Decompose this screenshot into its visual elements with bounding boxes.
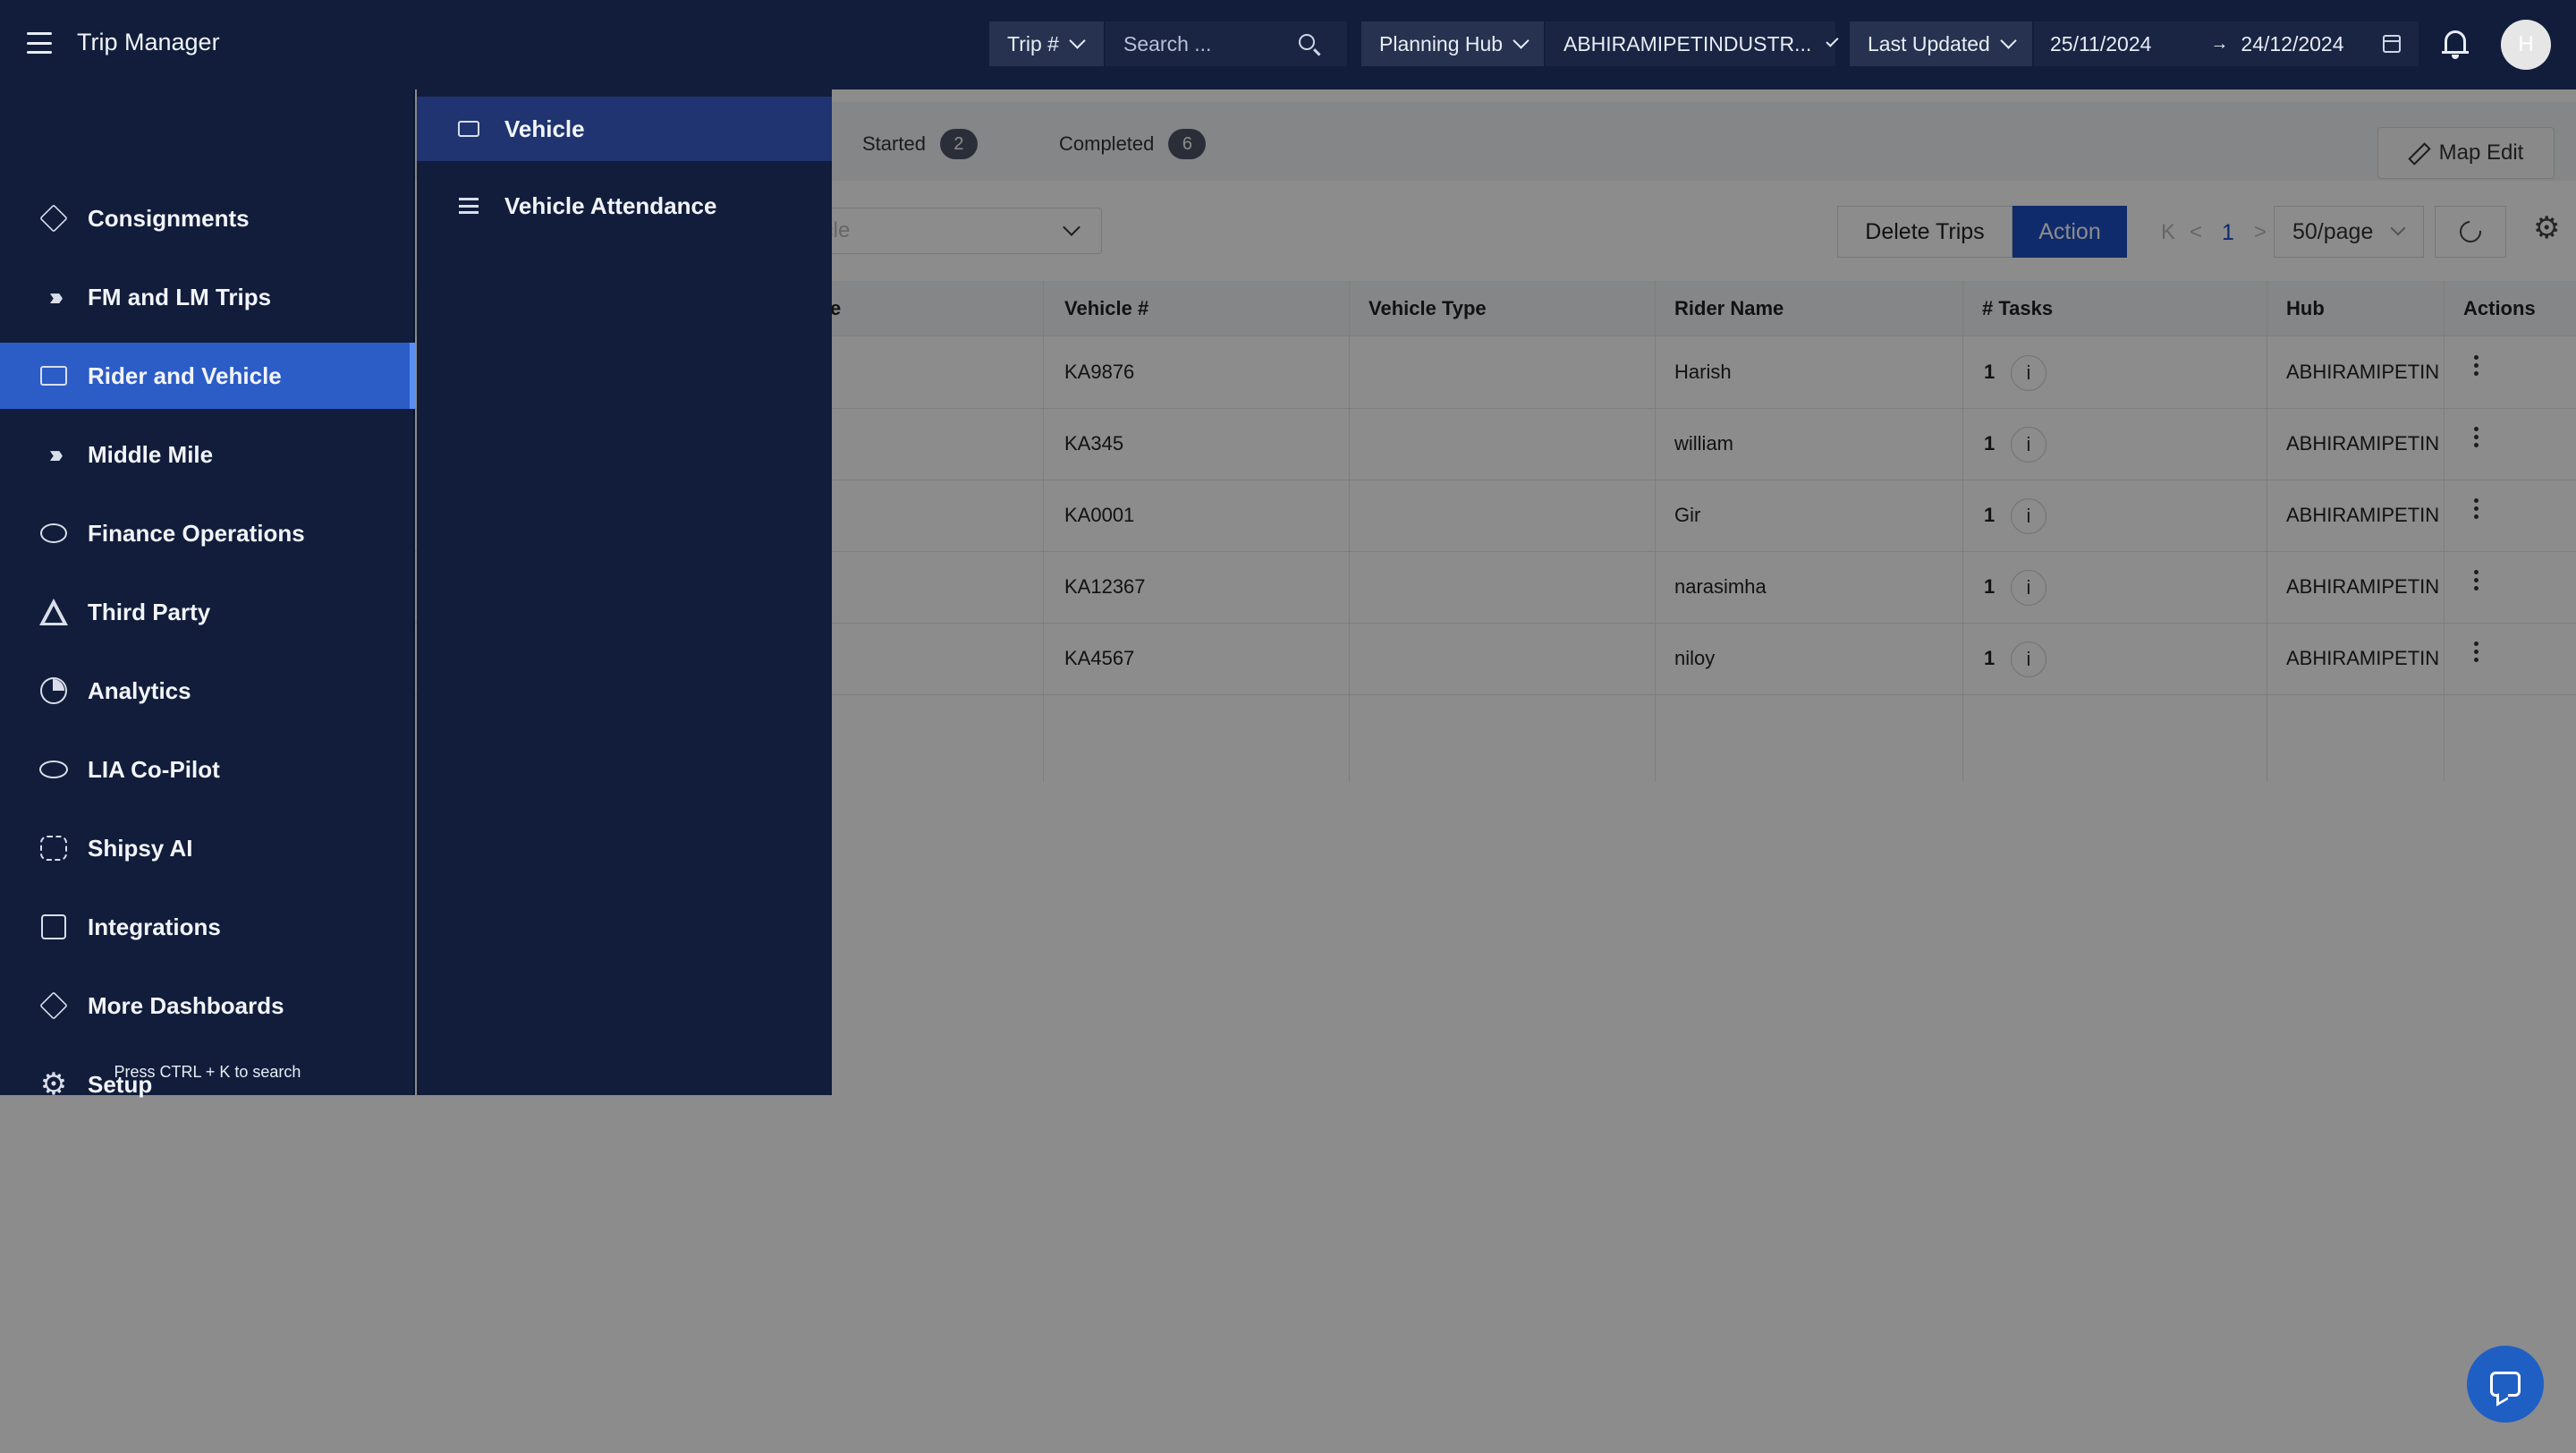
sidebar-item-fm-and-lm-trips[interactable]: ››› FM and LM Trips bbox=[0, 264, 415, 330]
chevrons-icon: ››› bbox=[49, 283, 64, 310]
sidebar-item-label: Finance Operations bbox=[88, 519, 305, 547]
calendar-icon[interactable] bbox=[2383, 35, 2401, 53]
sidebar-item-label: Integrations bbox=[88, 913, 221, 940]
chat-icon bbox=[2490, 1372, 2521, 1397]
sidebar-item-rider-and-vehicle[interactable]: Rider and Vehicle bbox=[0, 343, 415, 409]
sidebar-item-third-party[interactable]: Third Party bbox=[0, 579, 415, 645]
submenu: Vehicle Vehicle Attendance bbox=[417, 89, 832, 1095]
cube-icon bbox=[38, 990, 70, 1022]
avatar[interactable]: H bbox=[2501, 20, 2551, 70]
bell-icon[interactable] bbox=[2442, 27, 2469, 59]
trip-filter-select[interactable]: Trip # bbox=[989, 21, 1104, 66]
eye-icon bbox=[38, 753, 70, 786]
chat-button[interactable] bbox=[2467, 1346, 2544, 1423]
chevron-down-icon bbox=[1513, 31, 1530, 49]
hub-select[interactable]: ABHIRAMIPETINDUSTR... bbox=[1546, 21, 1839, 66]
sidebar-item-label: Consignments bbox=[88, 204, 250, 232]
search-shortcut-hint: Press CTRL + K to search bbox=[114, 1063, 301, 1081]
sidebar-item-shipsy-ai[interactable]: Shipsy AI bbox=[0, 815, 415, 881]
pie-icon bbox=[38, 675, 70, 707]
sidebar-item-label: More Dashboards bbox=[88, 991, 284, 1019]
chevron-down-icon bbox=[2000, 31, 2017, 49]
date-type-select[interactable]: Last Updated bbox=[1850, 21, 2032, 66]
hub-value: ABHIRAMIPETINDUSTR... bbox=[1563, 31, 1812, 55]
sidebar-item-integrations[interactable]: Integrations bbox=[0, 894, 415, 960]
cube-icon bbox=[38, 202, 70, 234]
menu-icon[interactable] bbox=[27, 32, 52, 54]
sidebar-item-consignments[interactable]: Consignments bbox=[0, 185, 415, 251]
chevron-down-icon bbox=[1069, 31, 1086, 49]
sidebar-item-label: Third Party bbox=[88, 598, 211, 625]
search-input[interactable]: Search ... bbox=[1106, 21, 1347, 66]
planning-hub-select[interactable]: Planning Hub bbox=[1361, 21, 1544, 66]
sidebar-item-label: FM and LM Trips bbox=[88, 283, 272, 310]
coins-icon bbox=[38, 517, 70, 549]
sidebar-item-more-dashboards[interactable]: More Dashboards bbox=[0, 973, 415, 1039]
chevron-down-icon bbox=[1826, 34, 1839, 47]
integration-icon bbox=[38, 911, 70, 943]
date-to[interactable]: 24/12/2024 bbox=[2241, 32, 2343, 56]
sidebar-item-lia-co-pilot[interactable]: LIA Co-Pilot bbox=[0, 736, 415, 803]
search-placeholder: Search ... bbox=[1123, 31, 1212, 55]
sidebar-item-label: Rider and Vehicle bbox=[88, 361, 282, 389]
list-icon bbox=[456, 195, 481, 217]
sidebar-item-middle-mile[interactable]: ››› Middle Mile bbox=[0, 421, 415, 488]
brain-icon bbox=[38, 832, 70, 864]
app-title: Trip Manager bbox=[77, 29, 220, 55]
date-range-picker[interactable]: 25/11/2024 → 24/12/2024 bbox=[2034, 21, 2419, 66]
sidebar-item-label: Analytics bbox=[88, 676, 191, 704]
date-type-label: Last Updated bbox=[1868, 31, 1990, 55]
sidebar-item-setup[interactable]: ⚙ Setup bbox=[0, 1051, 415, 1117]
chevrons-icon: ››› bbox=[49, 440, 64, 468]
top-bar: Trip Manager Trip # Search ... Planning … bbox=[0, 0, 2576, 89]
trip-filter-label: Trip # bbox=[1007, 31, 1059, 55]
submenu-item-label: Vehicle Attendance bbox=[504, 191, 717, 219]
truck-icon bbox=[38, 360, 70, 392]
submenu-item-vehicle[interactable]: Vehicle bbox=[417, 97, 832, 161]
planning-hub-label: Planning Hub bbox=[1379, 31, 1504, 55]
sidebar-item-analytics[interactable]: Analytics bbox=[0, 658, 415, 724]
submenu-item-label: Vehicle bbox=[504, 115, 585, 142]
search-icon[interactable] bbox=[1299, 34, 1315, 50]
triangle-icon bbox=[38, 596, 70, 628]
sidebar-item-finance-operations[interactable]: Finance Operations bbox=[0, 500, 415, 566]
submenu-item-vehicle-attendance[interactable]: Vehicle Attendance bbox=[417, 174, 832, 238]
date-from[interactable]: 25/11/2024 bbox=[2050, 32, 2151, 56]
sidebar-item-label: Middle Mile bbox=[88, 440, 214, 468]
arrow-right-icon: → bbox=[2210, 33, 2229, 54]
truck-icon bbox=[456, 118, 481, 140]
sidebar-item-label: Shipsy AI bbox=[88, 834, 193, 862]
sidebar-item-label: LIA Co-Pilot bbox=[88, 755, 220, 783]
sidebar: Consignments ››› FM and LM Trips Rider and … bbox=[0, 89, 415, 1101]
